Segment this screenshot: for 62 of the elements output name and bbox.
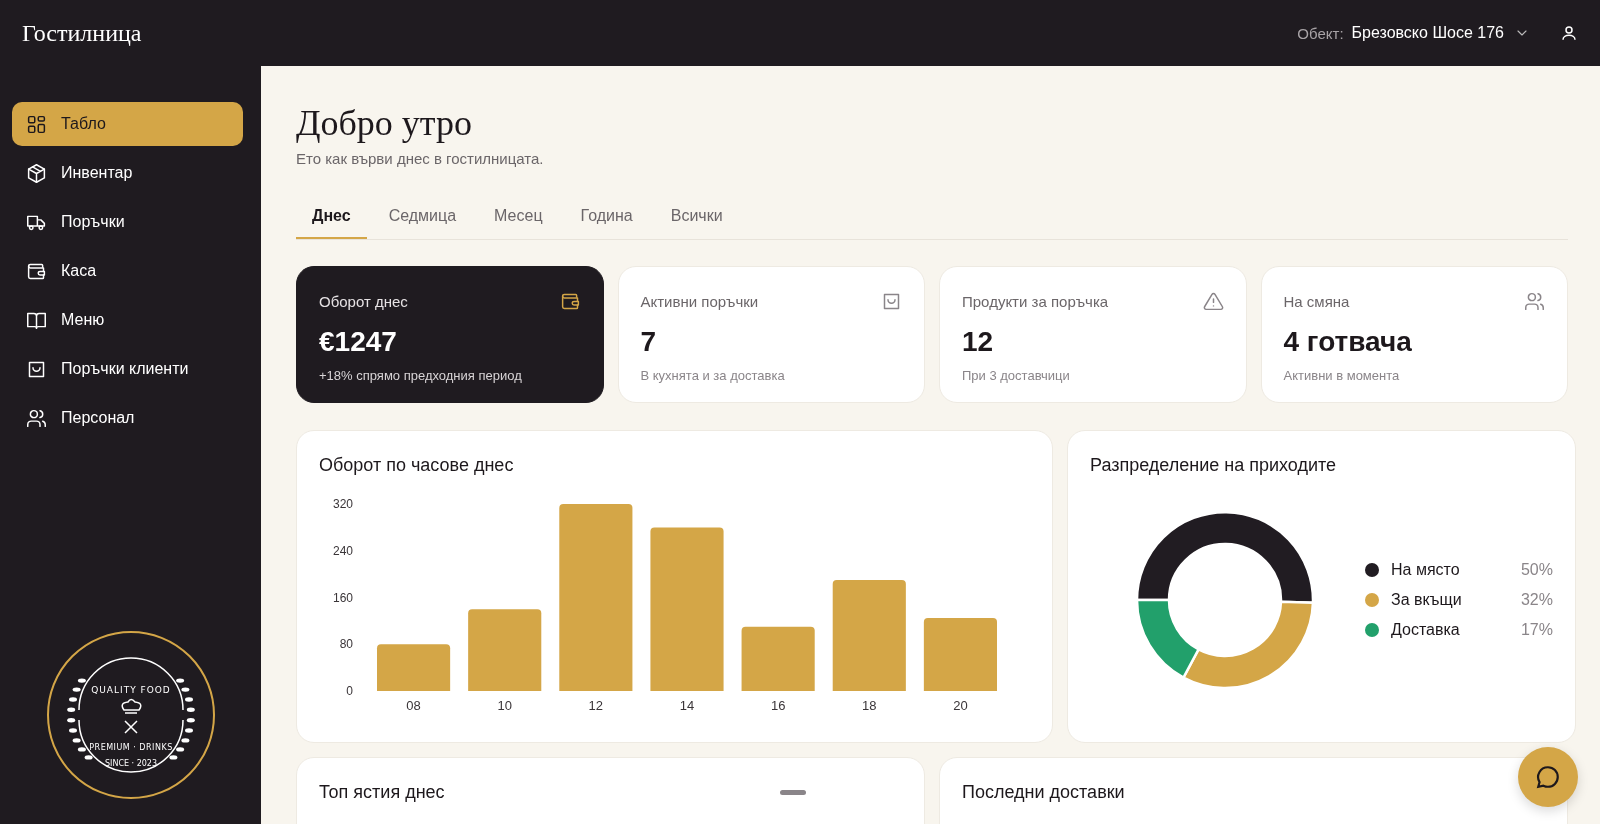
brand-title: Гостилница: [22, 19, 142, 47]
axis-label: 0: [346, 683, 353, 698]
tab[interactable]: Днес: [296, 196, 367, 239]
axis-label: 240: [332, 543, 353, 558]
card-title: Последни доставки: [962, 781, 1125, 803]
tab[interactable]: Всички: [654, 196, 739, 239]
greeting-subtitle: Ето как върви днес в гостилницата.: [296, 149, 545, 167]
warning-icon: [1202, 290, 1224, 312]
tab[interactable]: Седмица: [372, 196, 473, 239]
card-title: Топ ястия днес: [319, 781, 445, 803]
sidebar-item[interactable]: Табло: [12, 102, 243, 146]
box-icon: [26, 162, 47, 184]
stat-note: Активни в момента: [1283, 367, 1401, 383]
axis-label: 20: [953, 697, 968, 713]
sidebar-item[interactable]: Поръчки: [12, 200, 243, 244]
logo-text: PREMIUM · DRINKS: [88, 743, 173, 752]
stat-value: 4 готвача: [1283, 325, 1413, 358]
stat-value: 12: [962, 325, 995, 358]
stat-note: В кухнята и за доставка: [640, 367, 786, 383]
axis-label: 16: [770, 697, 786, 713]
sidebar-item[interactable]: Поръчки клиенти: [12, 347, 243, 391]
tab[interactable]: Месец: [478, 196, 559, 239]
minus-icon[interactable]: [780, 789, 806, 795]
stat-title: Продукти за поръчка: [962, 292, 1109, 310]
legend-value: 50%: [1519, 560, 1553, 579]
chart-title: Разпределение на приходите: [1090, 454, 1338, 476]
stat-value: 7: [640, 325, 658, 358]
stat-note: +18% спрямо предходния период: [319, 367, 523, 383]
legend-label: За вкъщи: [1391, 590, 1463, 609]
chart-title: Оборот по часове днес: [319, 454, 515, 476]
legend-value: 32%: [1519, 590, 1553, 609]
stat-note: При 3 доставчици: [962, 367, 1071, 383]
sidebar-item[interactable]: Каса: [12, 249, 243, 293]
greeting-title: Добро утро: [296, 104, 474, 144]
axis-label: 80: [339, 636, 353, 651]
legend-label: На място: [1391, 560, 1461, 579]
users-icon: [1524, 290, 1545, 312]
stat-title: Оборот днес: [319, 292, 408, 310]
axis-label: 14: [679, 697, 695, 713]
axis-label: 08: [406, 697, 421, 713]
stat-value: €1247: [319, 325, 398, 358]
axis-label: 10: [497, 697, 512, 713]
axis-label: 160: [332, 590, 353, 605]
legend-value: 17%: [1519, 620, 1553, 639]
location-label: Обект:: [1297, 24, 1344, 42]
stat-title: На смяна: [1283, 292, 1350, 310]
dashboard-icon: [26, 113, 47, 135]
logo-text: QUALITY FOOD: [90, 685, 171, 695]
sidebar-item[interactable]: Инвентар: [12, 151, 243, 195]
logo-text: SINCE · 2023: [104, 759, 157, 768]
legend-label: Доставка: [1391, 620, 1461, 639]
stat-title: Активни поръчки: [640, 292, 759, 310]
chat-icon: [1535, 764, 1561, 790]
axis-label: 18: [862, 697, 877, 713]
user-icon[interactable]: [1560, 24, 1578, 42]
users-icon: [26, 407, 47, 429]
axis-label: 320: [332, 496, 353, 511]
location-dropdown[interactable]: Брезовско Шосе 176: [1351, 24, 1530, 42]
sidebar-item[interactable]: Меню: [12, 298, 243, 342]
axis-label: 12: [588, 697, 604, 713]
tab[interactable]: Година: [564, 196, 649, 239]
sidebar-item[interactable]: Персонал: [12, 396, 243, 440]
